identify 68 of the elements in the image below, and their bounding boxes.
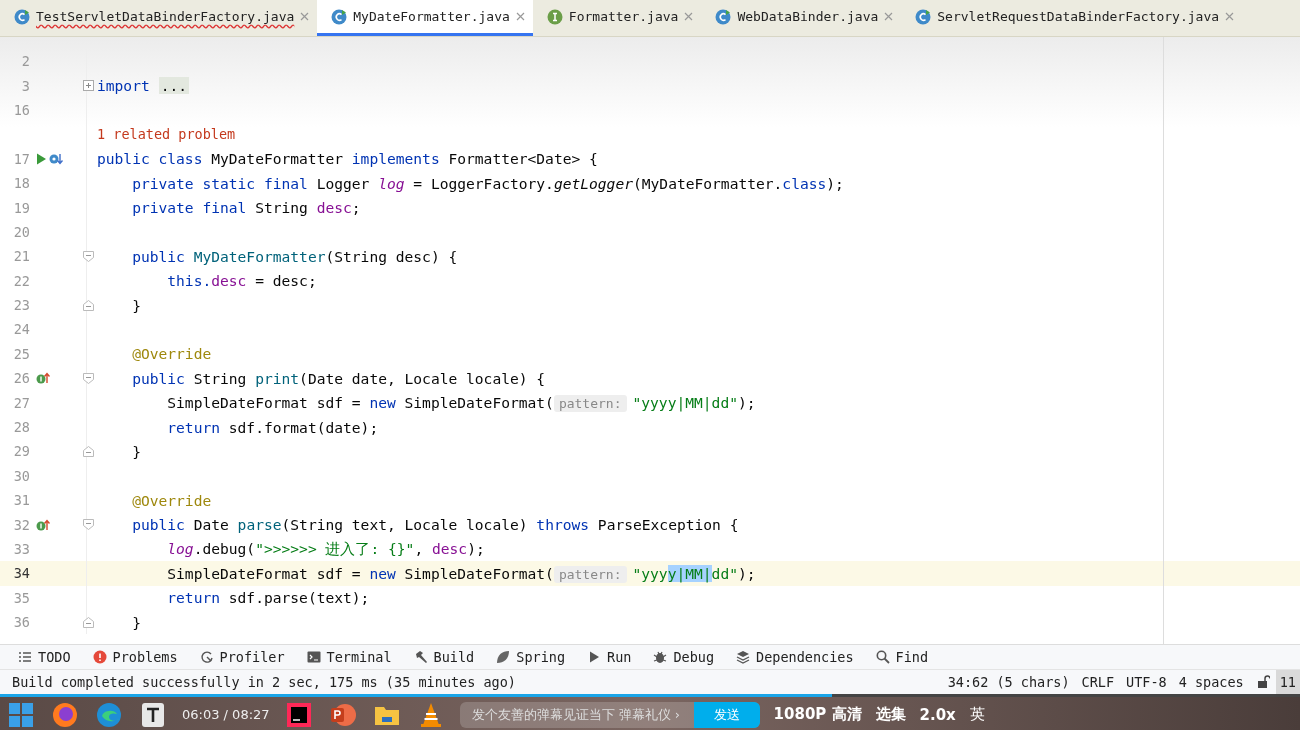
line-number: 27 — [12, 394, 30, 411]
tool-window-button[interactable]: Dependencies — [725, 649, 865, 665]
line-number: 32 — [12, 516, 30, 533]
status-item[interactable]: 11 — [1275, 670, 1300, 694]
code-line: import ... — [97, 77, 190, 95]
status-item[interactable]: 4 spaces — [1172, 674, 1250, 690]
line-number: 29 — [12, 443, 30, 460]
tool-window-button[interactable]: Build — [402, 649, 486, 665]
line-number: 20 — [12, 223, 30, 240]
code-line: private final String desc; — [131, 199, 361, 217]
line-number: 17 — [12, 150, 30, 167]
line-number: 30 — [12, 467, 30, 484]
line-number: 25 — [12, 345, 30, 362]
tool-window-button[interactable]: Find — [864, 649, 940, 665]
line-number: 35 — [12, 589, 30, 606]
line-number: 16 — [12, 101, 30, 118]
file-tab[interactable]: ServletRequestDataBinderFactory.java — [901, 0, 1243, 36]
code-line: } — [131, 442, 141, 460]
code-line: return sdf.parse(text); — [166, 589, 370, 607]
code-line: } — [131, 613, 141, 631]
video-time: 06:03 / 08:27 — [182, 707, 270, 722]
code-line: SimpleDateFormat sdf = new SimpleDateFormat( pattern: "yyyy|MM|dd"); — [166, 564, 756, 582]
code-line: public Date parse(String text, Locale locale) throws ParseException { — [131, 516, 739, 534]
line-number: 3 — [20, 77, 30, 94]
code-line: return sdf.format(date); — [166, 418, 379, 436]
code-line: public String print(Date date, Locale locale) { — [131, 369, 546, 387]
code-line: @Override — [131, 491, 212, 509]
code-line: private static final Logger log = LoggerFactory.getLogger(MyDateFormatter.class); — [131, 174, 844, 192]
line-number: 2 — [20, 53, 30, 70]
line-number: 23 — [12, 297, 30, 314]
tool-window-button[interactable]: TODO — [0, 649, 82, 665]
code-line: this.desc = desc; — [166, 272, 317, 290]
file-tab[interactable]: MyDateFormatter.java — [317, 0, 533, 36]
tool-window-button[interactable]: Run — [576, 649, 643, 665]
line-number: 24 — [12, 321, 30, 338]
code-line: @Override — [131, 345, 212, 363]
line-number: 22 — [12, 272, 30, 289]
code-line: log.debug(">>>>>> 进入了: {}", desc); — [166, 539, 485, 559]
code-line: public MyDateFormatter(String desc) { — [131, 247, 458, 265]
tool-window-button[interactable]: Spring — [485, 649, 577, 665]
player-control[interactable]: 1080P 高清 — [773, 705, 862, 724]
code-line: } — [131, 296, 141, 314]
line-number: 21 — [12, 248, 30, 265]
line-number: 33 — [12, 541, 30, 557]
status-item[interactable]: 34:62 (5 chars) — [941, 674, 1076, 690]
file-tab[interactable]: Formatter.java — [532, 0, 702, 36]
line-number: 19 — [12, 199, 30, 216]
file-tab[interactable]: WebDataBinder.java — [701, 0, 902, 36]
problem-hint[interactable]: 1 related problem — [97, 126, 236, 143]
code-line: public class MyDateFormatter implements Formatter<Date> { — [97, 150, 598, 168]
line-number: 18 — [12, 175, 30, 192]
line-number: 34 — [12, 565, 30, 582]
tool-window-button[interactable]: Terminal — [295, 649, 403, 665]
tool-window-button[interactable]: Debug — [642, 649, 726, 665]
line-number: 28 — [12, 419, 30, 436]
file-tab[interactable]: TestServletDataBinderFactory.java — [0, 0, 318, 36]
player-control[interactable]: 2.0x — [919, 705, 956, 724]
line-number: 26 — [12, 370, 30, 387]
tool-window-button[interactable]: Problems — [81, 649, 189, 665]
line-number: 36 — [12, 614, 30, 631]
line-number: 31 — [12, 492, 30, 509]
code-line: SimpleDateFormat sdf = new SimpleDateFormat( pattern: "yyyy|MM|dd"); — [166, 394, 756, 412]
status-message: Build completed successfully in 2 sec, 175 ms (35 minutes ago) — [11, 674, 517, 690]
tool-window-button[interactable]: Profiler — [188, 649, 296, 665]
status-item[interactable]: CRLF — [1075, 674, 1121, 690]
input-method-indicator[interactable]: 英 — [969, 705, 985, 724]
player-control[interactable]: 选集 — [875, 705, 906, 724]
status-item[interactable]: UTF-8 — [1120, 674, 1173, 690]
